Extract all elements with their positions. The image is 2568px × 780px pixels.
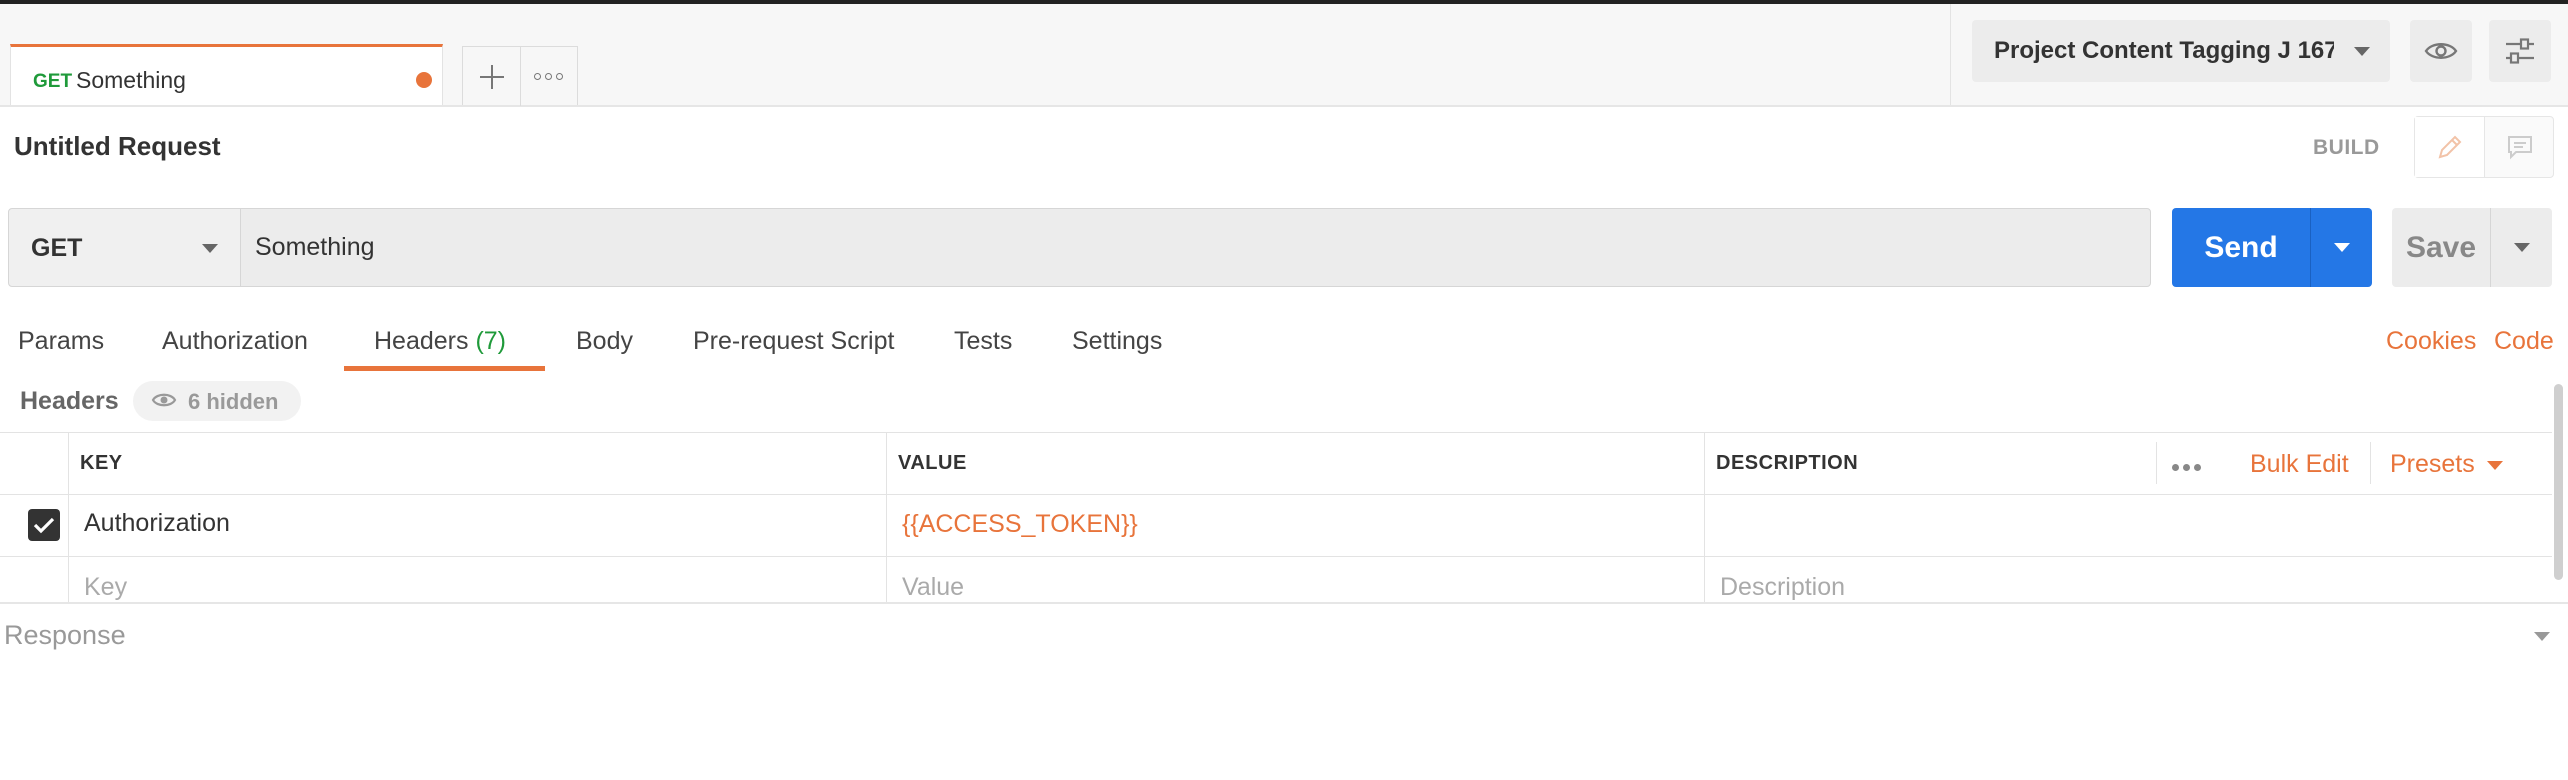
headers-count-badge: (7) — [475, 327, 507, 355]
new-tab-button[interactable] — [463, 47, 521, 106]
scrollbar[interactable] — [2554, 384, 2563, 580]
chevron-down-icon — [2333, 243, 2350, 252]
save-button-group: Save — [2392, 208, 2552, 287]
save-options-button[interactable] — [2491, 208, 2552, 287]
header-value-cell[interactable]: {{ACCESS_TOKEN}} — [902, 510, 1138, 539]
active-tab-indicator — [344, 366, 545, 371]
request-title[interactable]: Untitled Request — [14, 131, 221, 162]
tab-authorization[interactable]: Authorization — [162, 327, 308, 356]
tab-body[interactable]: Body — [576, 327, 633, 356]
headers-table: KEY VALUE DESCRIPTION Bulk Edit Presets … — [0, 432, 2552, 602]
column-divider — [2370, 442, 2371, 484]
eye-icon — [151, 393, 177, 407]
chevron-down-icon — [2534, 632, 2550, 641]
row-enabled-checkbox[interactable] — [28, 509, 60, 541]
new-key-input[interactable]: Key — [84, 573, 127, 602]
send-options-button[interactable] — [2311, 208, 2372, 287]
tab-method-label: GET — [33, 71, 73, 92]
tab-pre-request-script[interactable]: Pre-request Script — [693, 327, 894, 356]
tab-params[interactable]: Params — [18, 327, 104, 356]
presets-dropdown[interactable]: Presets — [2390, 450, 2503, 479]
hidden-headers-count: 6 hidden — [188, 389, 279, 414]
column-header-key: KEY — [80, 452, 123, 474]
checkmark-icon — [33, 517, 55, 534]
environment-label: Project Content Tagging J 167 — [1994, 37, 2334, 64]
method-select[interactable]: GET — [9, 209, 241, 286]
sliders-icon — [2506, 38, 2534, 64]
tab-name-label: Something — [76, 67, 186, 93]
eye-icon — [2424, 43, 2458, 59]
request-tab[interactable]: GET Something — [10, 44, 443, 105]
more-dots-icon — [534, 73, 563, 80]
environment-quick-look-button[interactable] — [2410, 20, 2472, 82]
edit-mode-button[interactable] — [2415, 117, 2485, 177]
environment-select[interactable]: Project Content Tagging J 167 — [1972, 20, 2390, 82]
table-border — [0, 494, 2552, 495]
column-divider — [2156, 442, 2157, 484]
method-label: GET — [31, 234, 83, 262]
plus-icon — [479, 64, 504, 89]
column-divider — [68, 432, 69, 602]
column-divider — [886, 432, 887, 602]
table-border — [0, 556, 2552, 557]
build-mode-label: BUILD — [2313, 136, 2380, 159]
tab-headers[interactable]: Headers (7) — [374, 327, 506, 356]
tab-tests[interactable]: Tests — [954, 327, 1012, 356]
unsaved-dot-icon — [416, 72, 432, 88]
comment-icon — [2507, 136, 2532, 160]
url-bar: GET — [8, 208, 2151, 287]
pencil-icon — [2438, 135, 2461, 159]
table-border — [0, 432, 2552, 433]
header-key-cell[interactable]: Authorization — [84, 509, 230, 538]
response-label: Response — [4, 620, 126, 650]
tab-headers-label: Headers — [374, 327, 469, 355]
headers-section-title: Headers — [20, 387, 119, 415]
bulk-edit-link[interactable]: Bulk Edit — [2250, 450, 2349, 479]
chevron-down-icon — [2513, 243, 2530, 252]
manage-environments-button[interactable] — [2489, 20, 2551, 82]
column-divider — [1704, 432, 1705, 602]
save-button[interactable]: Save — [2392, 208, 2491, 287]
response-panel[interactable]: Response — [0, 602, 2568, 670]
code-link[interactable]: Code — [2494, 327, 2554, 356]
comments-button[interactable] — [2485, 117, 2554, 177]
url-input[interactable] — [241, 209, 2141, 286]
chevron-down-icon — [202, 244, 218, 253]
send-button-group: Send — [2172, 208, 2372, 287]
new-value-input[interactable]: Value — [902, 573, 964, 602]
tab-settings[interactable]: Settings — [1072, 327, 1162, 356]
divider — [1950, 4, 1951, 105]
chevron-down-icon — [2354, 47, 2370, 56]
send-button[interactable]: Send — [2172, 208, 2311, 287]
column-options-button[interactable] — [2172, 458, 2205, 476]
chevron-down-icon — [2486, 460, 2503, 470]
cookies-link[interactable]: Cookies — [2386, 327, 2476, 356]
tab-actions — [462, 46, 578, 106]
column-header-description: DESCRIPTION — [1716, 452, 1859, 474]
presets-label: Presets — [2390, 450, 2475, 478]
new-description-input[interactable]: Description — [1720, 573, 1845, 602]
tab-options-button[interactable] — [520, 47, 577, 106]
column-header-value: VALUE — [898, 452, 967, 474]
hidden-headers-toggle[interactable]: 6 hidden — [133, 381, 301, 421]
mode-toggle — [2414, 116, 2554, 178]
